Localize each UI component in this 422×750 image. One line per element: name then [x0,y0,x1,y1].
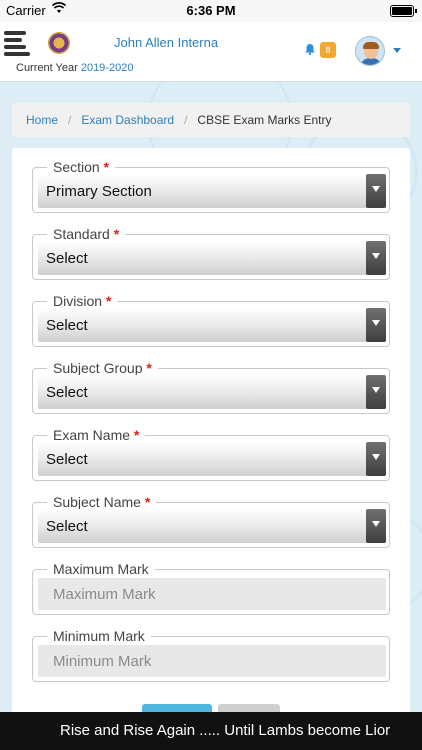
exam-name-select[interactable]: Select [38,442,386,476]
standard-value: Select [46,250,88,267]
minimum-mark-input[interactable] [38,645,386,677]
standard-select[interactable]: Select [38,241,386,275]
subject-name-value: Select [46,518,88,535]
division-value: Select [46,317,88,334]
chevron-down-icon[interactable] [366,174,386,208]
school-logo [48,32,70,54]
exam-name-label: Exam Name * [47,427,146,443]
division-select[interactable]: Select [38,308,386,342]
subject-name-field: Subject Name * Select [32,494,390,548]
current-year-label: Current Year [16,62,78,74]
maximum-mark-input[interactable] [38,578,386,610]
notification-badge[interactable]: 8 [320,42,336,58]
breadcrumb: Home / Exam Dashboard / CBSE Exam Marks … [12,103,410,137]
current-year-value[interactable]: 2019-2020 [81,62,134,74]
section-field: Section * Primary Section [32,159,390,213]
chevron-down-icon[interactable] [366,308,386,342]
current-year: Current Year 2019-2020 [16,62,133,74]
exam-name-field: Exam Name * Select [32,427,390,481]
subject-name-label: Subject Name * [47,494,157,510]
battery-icon [390,5,417,17]
breadcrumb-current: CBSE Exam Marks Entry [197,113,332,127]
app-header: John Allen Interna Current Year 2019-202… [0,22,422,82]
division-field: Division * Select [32,293,390,347]
subject-name-select[interactable]: Select [38,509,386,543]
ticker-text: Rise and Rise Again ..... Until Lambs be… [60,722,391,739]
breadcrumb-separator: / [68,113,72,127]
footer-ticker: Rise and Rise Again ..... Until Lambs be… [0,712,422,750]
standard-label: Standard * [47,226,126,242]
section-select[interactable]: Primary Section [38,174,386,208]
standard-field: Standard * Select [32,226,390,280]
breadcrumb-separator: / [184,113,188,127]
minimum-mark-label: Minimum Mark [47,628,151,644]
status-bar: Carrier 6:36 PM [0,0,422,22]
section-value: Primary Section [46,183,152,200]
chevron-down-icon[interactable] [366,442,386,476]
chevron-down-icon[interactable] [393,48,401,53]
status-time: 6:36 PM [186,3,236,18]
bell-icon[interactable] [304,42,316,55]
subject-group-value: Select [46,384,88,401]
maximum-mark-label: Maximum Mark [47,561,155,577]
subject-group-field: Subject Group * Select [32,360,390,414]
maximum-mark-field: Maximum Mark [32,561,390,615]
chevron-down-icon[interactable] [366,375,386,409]
minimum-mark-field: Minimum Mark [32,628,390,682]
breadcrumb-exam-dashboard[interactable]: Exam Dashboard [81,113,174,127]
user-avatar[interactable] [355,36,385,66]
section-label: Section * [47,159,116,175]
marks-entry-form: Section * Primary Section Standard * Sel… [12,148,410,728]
user-name[interactable]: John Allen Interna [114,35,218,50]
chevron-down-icon[interactable] [366,241,386,275]
chevron-down-icon[interactable] [366,509,386,543]
breadcrumb-home[interactable]: Home [26,113,58,127]
subject-group-label: Subject Group * [47,360,158,376]
exam-name-value: Select [46,451,88,468]
subject-group-select[interactable]: Select [38,375,386,409]
division-label: Division * [47,293,118,309]
hamburger-menu-icon[interactable] [4,31,32,57]
